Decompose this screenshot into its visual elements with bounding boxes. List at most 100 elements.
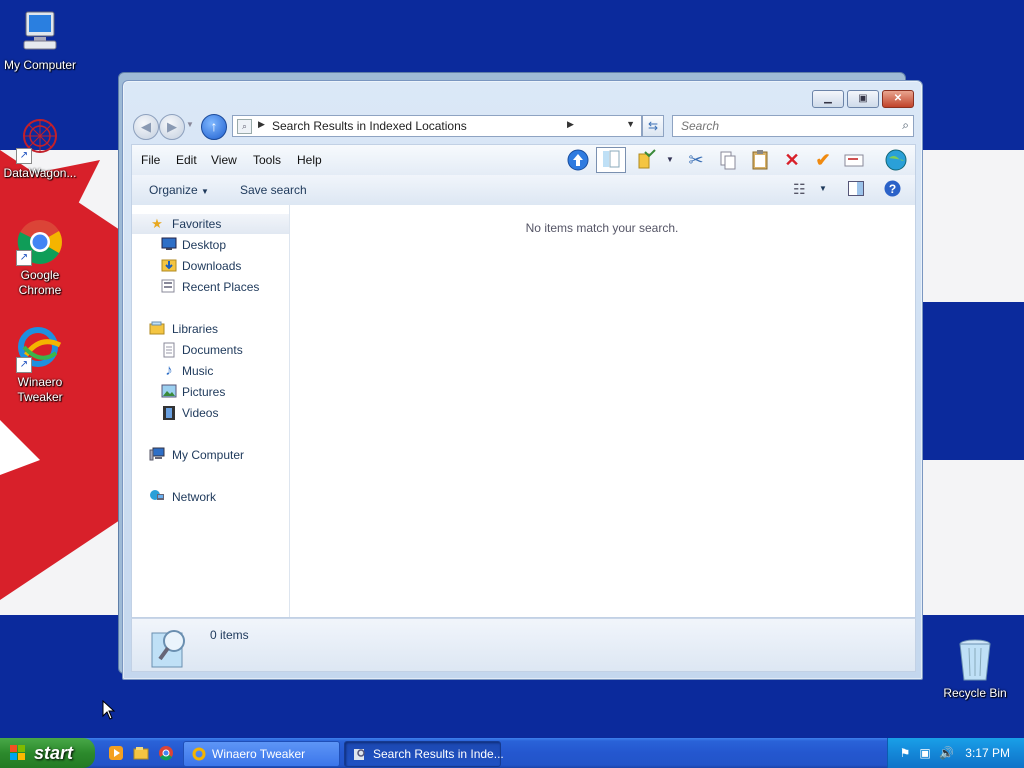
forward-button[interactable]: ▶ (159, 114, 185, 140)
nav-my-computer[interactable]: My Computer (132, 445, 289, 465)
music-note-icon: ♪ (165, 362, 173, 379)
shortcut-arrow-icon: ↗ (16, 250, 32, 266)
nav-videos[interactable]: Videos (132, 403, 289, 423)
desktop-icon-recycle-bin[interactable]: Recycle Bin (935, 636, 1015, 701)
toolbar-rename-icon[interactable] (842, 148, 866, 172)
toolbar-paste-icon[interactable] (748, 148, 772, 172)
quicklaunch-explorer-icon[interactable] (133, 745, 149, 761)
desktop-icon-google-chrome[interactable]: ↗ Google Chrome (0, 218, 80, 298)
nav-favorites[interactable]: ★ Favorites (132, 214, 289, 234)
toolbar-properties-icon[interactable]: ✔ (811, 148, 835, 172)
nav-recent-places[interactable]: Recent Places (132, 277, 289, 297)
nav-desktop[interactable]: Desktop (132, 235, 289, 255)
nav-libraries[interactable]: Libraries (132, 319, 289, 339)
taskbar-button-search-results[interactable]: Search Results in Inde... (344, 741, 504, 767)
start-button[interactable]: start (0, 738, 95, 768)
nav-label: Desktop (182, 238, 227, 252)
desktop-icon-datawagon[interactable]: ↗ DataWagon... (0, 116, 80, 181)
datawagon-icon: ↗ (16, 116, 64, 164)
toolbar-network-globe-icon[interactable] (884, 148, 908, 172)
nav-label: Network (172, 490, 217, 504)
breadcrumb-chevron-icon[interactable]: ▶ (567, 119, 574, 130)
documents-icon (161, 342, 177, 358)
system-tray: ⚑ ▣ 🔊 3:17 PM (887, 738, 1024, 768)
toolbar-delete-icon[interactable]: ✕ (780, 148, 804, 172)
breadcrumb-chevron-icon[interactable]: ▶ (258, 119, 265, 130)
view-options-icon[interactable]: ☷ (793, 181, 806, 198)
taskbar-button-winaero-tweaker[interactable]: Winaero Tweaker (183, 741, 340, 767)
nav-pictures[interactable]: Pictures (132, 382, 289, 402)
recent-places-icon (161, 279, 177, 295)
close-button[interactable]: ✕ (882, 90, 914, 108)
search-input[interactable] (679, 116, 893, 136)
nav-label: Downloads (182, 259, 242, 273)
taskbar: start Winaero Tweaker Search Results in … (0, 738, 1024, 768)
back-button[interactable]: ◀ (133, 114, 159, 140)
toolbar-views-icon[interactable] (635, 148, 659, 172)
menu-file[interactable]: File (141, 153, 160, 167)
taskbar-button-label: Winaero Tweaker (212, 747, 306, 761)
quicklaunch-media-player-icon[interactable] (108, 745, 124, 761)
videos-filmstrip-icon (161, 405, 177, 421)
nav-label: My Computer (172, 448, 245, 462)
maximize-button[interactable]: ▣ (847, 90, 879, 108)
refresh-button[interactable]: ⇆ (642, 115, 664, 137)
nav-label: Libraries (172, 322, 219, 336)
history-dropdown-icon[interactable]: ▼ (186, 120, 194, 129)
nav-label: Music (182, 364, 214, 378)
minimize-button[interactable]: ▁ (812, 90, 844, 108)
nav-label: Pictures (182, 385, 226, 399)
toolbar-up-icon[interactable] (566, 148, 590, 172)
menu-tools[interactable]: Tools (253, 153, 281, 167)
desktop-icon-label: Google Chrome (18, 268, 62, 297)
shortcut-arrow-icon: ↗ (16, 357, 32, 373)
desktop-icon (161, 237, 177, 253)
volume-icon[interactable]: 🔊 (939, 746, 954, 760)
toolbar-cut-icon[interactable]: ✂ (684, 148, 708, 172)
organize-label: Organize (149, 183, 198, 197)
address-bar[interactable]: ⌕ ▶ Search Results in Indexed Locations … (232, 115, 642, 137)
nav-documents[interactable]: Documents (132, 340, 289, 360)
desktop-icon-label: DataWagon... (3, 166, 77, 180)
content-area: ★ Favorites Desktop Downloads Recent Pla… (131, 205, 916, 618)
search-icon[interactable]: ⌕ (902, 118, 909, 133)
desktop-icon-label: My Computer (3, 58, 77, 72)
quicklaunch-chrome-icon[interactable] (158, 745, 174, 761)
windows-logo-icon (10, 745, 26, 761)
toolbar-folders-icon[interactable] (596, 147, 626, 173)
menu-help[interactable]: Help (297, 153, 322, 167)
recycle-bin-icon (951, 636, 999, 684)
computer-icon (16, 8, 64, 56)
preview-pane-icon[interactable] (848, 181, 864, 199)
menu-view[interactable]: View (211, 153, 237, 167)
desktop-icon-winaero-tweaker[interactable]: ↗ Winaero Tweaker (0, 325, 80, 405)
address-dropdown-icon[interactable]: ▼ (626, 119, 635, 129)
search-box: ⌕ (672, 115, 914, 137)
desktop-icon-label: Winaero Tweaker (17, 375, 63, 404)
view-dropdown-icon[interactable]: ▼ (819, 184, 827, 193)
chrome-icon: ↗ (16, 218, 64, 266)
nav-music[interactable]: ♪ Music (132, 361, 289, 381)
menu-edit[interactable]: Edit (176, 153, 197, 167)
views-dropdown-icon[interactable]: ▼ (666, 155, 674, 164)
nav-label: Recent Places (182, 280, 260, 294)
explorer-window: ▁ ▣ ✕ ◀ ▶ ▼ ↑ ⌕ ▶ Search Results in Inde… (122, 80, 923, 680)
save-search-button[interactable]: Save search (240, 183, 307, 197)
star-icon: ★ (151, 216, 163, 231)
desktop-icon-my-computer[interactable]: My Computer (0, 8, 80, 73)
navigation-bar: ◀ ▶ ▼ ↑ ⌕ ▶ Search Results in Indexed Lo… (131, 114, 914, 140)
chevron-down-icon: ▼ (201, 187, 209, 196)
network-tray-icon[interactable]: ▣ (918, 746, 932, 760)
organize-button[interactable]: Organize ▼ (149, 183, 209, 197)
up-button[interactable]: ↑ (201, 114, 227, 140)
winaero-tweaker-icon: ↗ (16, 325, 64, 373)
downloads-folder-icon (161, 258, 177, 274)
action-center-flag-icon[interactable]: ⚑ (898, 746, 912, 760)
toolbar-copy-icon[interactable] (716, 148, 740, 172)
breadcrumb-item[interactable]: Search Results in Indexed Locations (272, 119, 467, 133)
nav-network[interactable]: Network (132, 487, 289, 507)
nav-downloads[interactable]: Downloads (132, 256, 289, 276)
navigation-pane: ★ Favorites Desktop Downloads Recent Pla… (132, 205, 290, 617)
clock[interactable]: 3:17 PM (965, 746, 1010, 760)
help-icon[interactable]: ? (884, 180, 901, 200)
